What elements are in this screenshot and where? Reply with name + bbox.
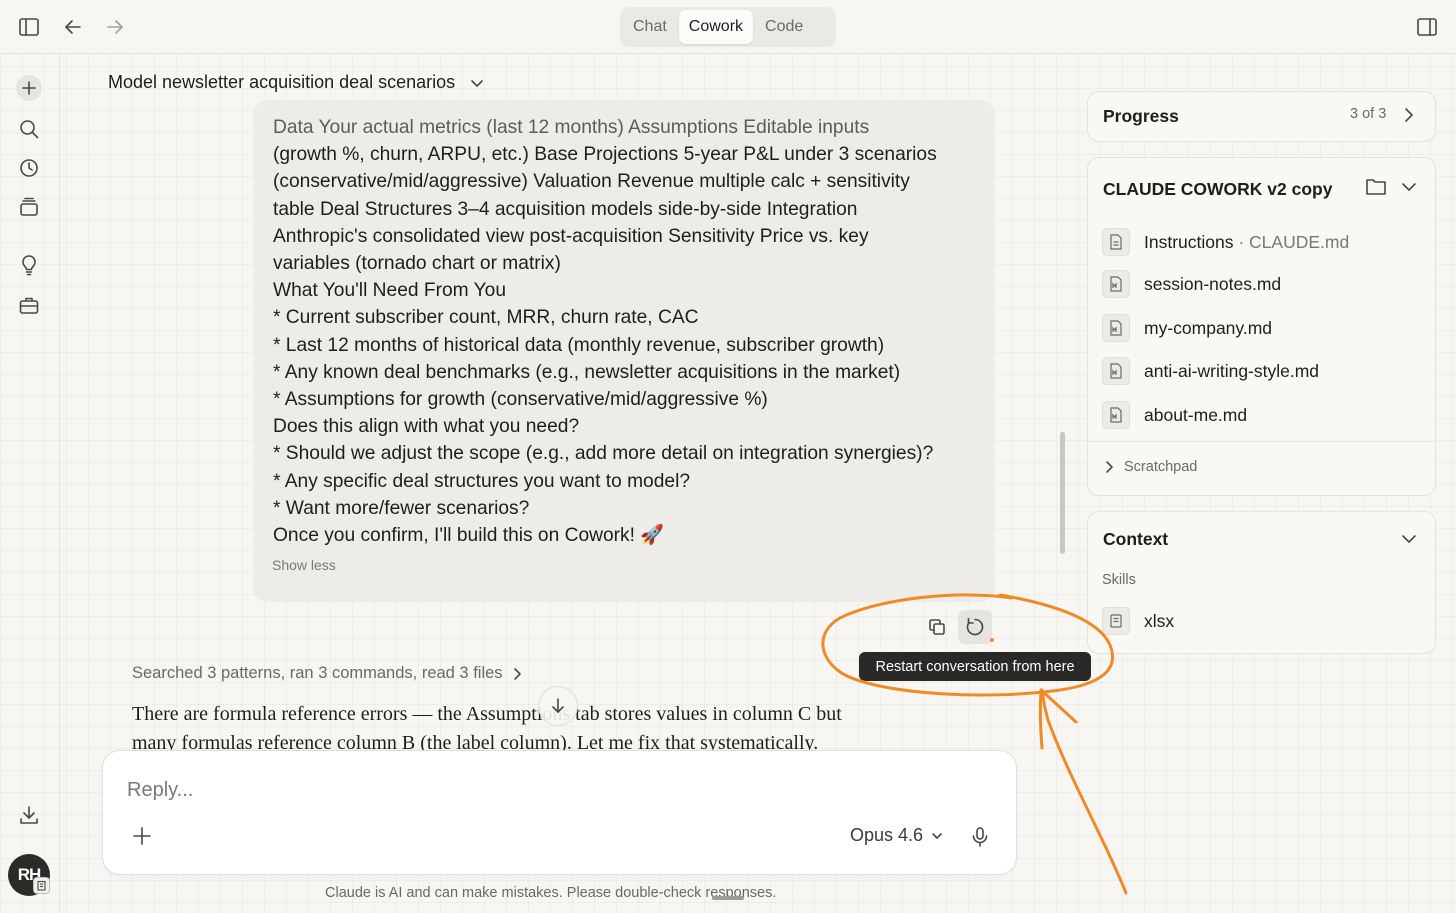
progress-count: 3 of 3 — [1350, 106, 1387, 122]
folder-icon[interactable] — [1364, 175, 1388, 197]
right-panel-toggle-icon[interactable] — [1412, 13, 1442, 41]
sidebar-toggle-icon[interactable] — [14, 13, 44, 41]
model-name: Opus 4.6 — [850, 825, 924, 845]
chevron-down-icon[interactable] — [1400, 178, 1418, 196]
chevron-down-icon — [931, 830, 943, 842]
file-item[interactable]: my-company.md — [1102, 314, 1272, 342]
message-line: * Should we adjust the scope (e.g., add … — [273, 443, 934, 465]
message-line: Does this align with what you need? — [273, 416, 580, 438]
markdown-file-icon — [1102, 270, 1130, 298]
skill-item[interactable]: xlsx — [1102, 607, 1174, 635]
resize-handle[interactable] — [712, 896, 744, 900]
arrow-down-icon — [549, 697, 567, 715]
divider — [1088, 441, 1435, 442]
message-line: Data Your actual metrics (last 12 months… — [273, 117, 870, 138]
context-title: Context — [1103, 529, 1169, 549]
file-name: about-me.md — [1144, 404, 1248, 425]
message-line: Once you confirm, I'll build this on Cow… — [273, 525, 665, 547]
instructions-separator: · — [1233, 231, 1250, 252]
instructions-file[interactable]: Instructions · CLAUDE.md — [1102, 228, 1349, 256]
file-name: anti-ai-writing-style.md — [1144, 360, 1320, 381]
reply-composer: Opus 4.6 — [102, 750, 1017, 875]
file-item[interactable]: about-me.md — [1102, 401, 1247, 429]
message-line: * Any specific deal structures you want … — [273, 470, 691, 492]
projects-icon[interactable] — [16, 194, 42, 220]
skill-icon — [1102, 607, 1130, 635]
markdown-file-icon — [1102, 401, 1130, 429]
annotation-arrow — [1040, 688, 1128, 895]
search-icon[interactable] — [16, 116, 42, 142]
tool-activity-summary[interactable]: Searched 3 patterns, ran 3 commands, rea… — [132, 664, 523, 683]
skill-name: xlsx — [1144, 610, 1175, 631]
chevron-down-icon[interactable] — [1400, 530, 1418, 548]
file-name: session-notes.md — [1144, 273, 1282, 294]
top-bar: Chat Cowork Code — [0, 0, 1456, 54]
markdown-file-icon — [1102, 314, 1130, 342]
instructions-label: Instructions — [1144, 231, 1234, 252]
file-name: my-company.md — [1144, 317, 1273, 338]
message-line: What You'll Need From You — [273, 280, 506, 302]
ideas-icon[interactable] — [16, 252, 42, 278]
scroll-to-bottom-button[interactable] — [538, 686, 578, 726]
tab-cowork[interactable]: Cowork — [678, 10, 754, 44]
conversation-title[interactable]: Model newsletter acquisition deal scenar… — [108, 72, 485, 93]
chevron-right-icon[interactable] — [1400, 106, 1418, 124]
document-icon — [1102, 228, 1130, 256]
message-line: Anthropic's consolidated view post-acqui… — [273, 225, 869, 247]
copy-button[interactable] — [920, 610, 954, 644]
model-selector[interactable]: Opus 4.6 — [850, 825, 943, 846]
download-icon[interactable] — [16, 802, 42, 828]
add-attachment-icon[interactable] — [129, 823, 155, 849]
file-item[interactable]: session-notes.md — [1102, 270, 1281, 298]
file-item[interactable]: anti-ai-writing-style.md — [1102, 357, 1319, 385]
left-rail — [0, 54, 60, 913]
conversation-title-text: Model newsletter acquisition deal scenar… — [108, 72, 456, 92]
message-line: * Want more/fewer scenarios? — [273, 497, 530, 519]
assistant-line: There are formula reference errors — the… — [132, 703, 842, 725]
message-line: table Deal Structures 3–4 acquisition mo… — [273, 198, 858, 220]
back-arrow-icon[interactable] — [58, 13, 88, 41]
message-line: * Current subscriber count, MRR, churn r… — [273, 307, 699, 329]
chevron-down-icon[interactable] — [469, 75, 485, 91]
tab-code[interactable]: Code — [755, 10, 813, 44]
progress-title: Progress — [1103, 106, 1179, 126]
chevron-right-icon — [1104, 460, 1114, 474]
disclaimer: Claude is AI and can make mistakes. Plea… — [325, 885, 777, 901]
user-message-bubble: Data Your actual metrics (last 12 months… — [253, 100, 995, 602]
message-line: * Any known deal benchmarks (e.g., newsl… — [273, 361, 901, 383]
new-chat-icon[interactable] — [16, 75, 42, 101]
skills-label: Skills — [1102, 572, 1136, 588]
tab-chat[interactable]: Chat — [623, 10, 677, 44]
restart-icon — [964, 616, 986, 638]
org-badge-icon — [33, 877, 50, 894]
message-line: variables (tornado chart or matrix) — [273, 253, 561, 275]
scrollbar-thumb[interactable] — [1060, 432, 1065, 554]
markdown-file-icon — [1102, 357, 1130, 385]
restart-tooltip: Restart conversation from here — [859, 652, 1091, 681]
copy-icon — [927, 617, 947, 637]
briefcase-icon[interactable] — [16, 292, 42, 318]
folder-title: CLAUDE COWORK v2 copy — [1103, 179, 1333, 199]
microphone-icon[interactable] — [967, 823, 993, 851]
restart-button[interactable] — [958, 610, 992, 644]
show-less-link[interactable]: Show less — [272, 557, 336, 573]
chevron-right-icon — [511, 667, 523, 681]
mode-switcher: Chat Cowork Code — [620, 7, 836, 47]
tool-activity-text: Searched 3 patterns, ran 3 commands, rea… — [132, 664, 503, 682]
annotation-arrowhead — [1038, 688, 1078, 750]
instructions-filename: CLAUDE.md — [1249, 231, 1350, 252]
message-line: * Assumptions for growth (conservative/m… — [273, 389, 768, 411]
reply-input[interactable] — [127, 775, 827, 805]
scratchpad-toggle[interactable]: Scratchpad — [1104, 459, 1197, 475]
message-line: (conservative/mid/aggressive) Valuation … — [273, 171, 910, 193]
message-line: * Last 12 months of historical data (mon… — [273, 334, 885, 356]
message-line: (growth %, churn, ARPU, etc.) Base Proje… — [273, 144, 937, 166]
history-icon[interactable] — [16, 155, 42, 181]
forward-arrow-icon[interactable] — [100, 13, 130, 41]
scratchpad-label: Scratchpad — [1124, 459, 1198, 475]
